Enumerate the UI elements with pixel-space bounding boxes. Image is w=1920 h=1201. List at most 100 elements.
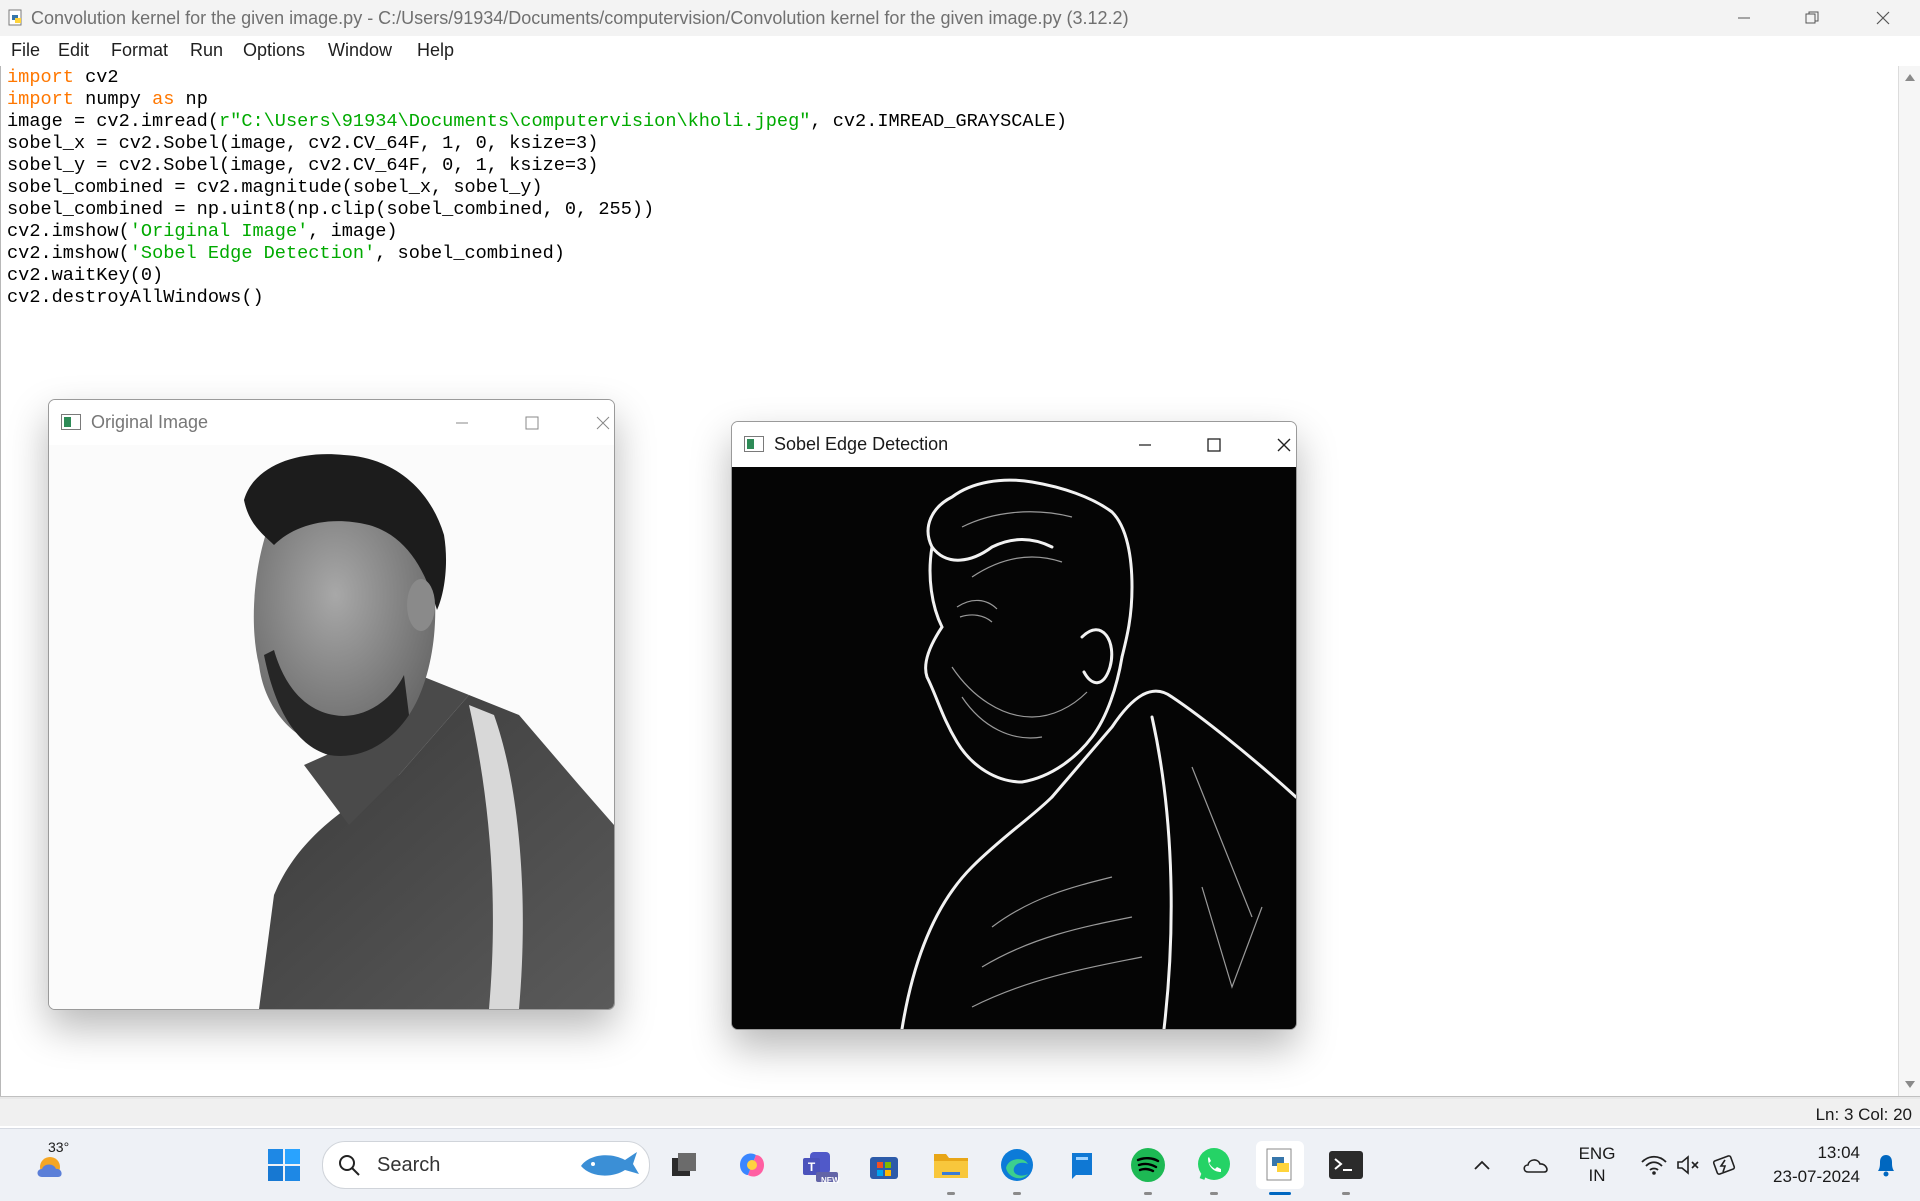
- region-code: IN: [1588, 1166, 1606, 1185]
- menu-file[interactable]: File: [11, 40, 40, 61]
- maximize-icon: [1207, 437, 1221, 452]
- menu-format[interactable]: Format: [111, 40, 168, 61]
- windows-logo-icon: [268, 1149, 300, 1181]
- edge-browser-button[interactable]: [993, 1141, 1041, 1195]
- vertical-scrollbar[interactable]: [1898, 66, 1920, 1096]
- running-indicator: [947, 1192, 955, 1195]
- show-hidden-icons-button[interactable]: [1467, 1141, 1497, 1189]
- scroll-down-icon[interactable]: [1905, 1081, 1915, 1088]
- original-image-window[interactable]: Original Image: [48, 399, 615, 1010]
- notifications-button[interactable]: [1866, 1141, 1906, 1189]
- scroll-up-icon[interactable]: [1905, 74, 1915, 81]
- running-indicator: [1144, 1192, 1152, 1195]
- maximize-button[interactable]: [507, 400, 557, 445]
- keyword: as: [152, 89, 175, 110]
- window-title: Original Image: [91, 412, 209, 432]
- window-titlebar[interactable]: Original Image: [49, 400, 614, 445]
- code-fragment: numpy: [73, 89, 153, 110]
- store-icon: [870, 1157, 898, 1179]
- opencv-window-icon: [61, 414, 81, 430]
- close-button[interactable]: [578, 400, 614, 445]
- minimize-button[interactable]: [1120, 422, 1170, 467]
- menu-help[interactable]: Help: [417, 40, 454, 61]
- code-fragment: , sobel_combined): [375, 243, 565, 264]
- copilot-icon: [740, 1153, 764, 1177]
- menu-run[interactable]: Run: [190, 40, 223, 61]
- edge-detection-image: [732, 467, 1296, 1029]
- code-fragment: cv2: [73, 67, 119, 88]
- code-line: sobel_combined = np.uint8(np.clip(sobel_…: [7, 199, 655, 220]
- book-app-icon: [1072, 1153, 1092, 1179]
- edge-icon: [1001, 1149, 1033, 1181]
- whale-search-highlight-icon: [581, 1152, 639, 1176]
- code-fragment: image = cv2.imread(: [7, 111, 220, 132]
- terminal-icon: [1329, 1151, 1363, 1179]
- close-button[interactable]: [1259, 422, 1296, 467]
- copilot-button[interactable]: [728, 1141, 776, 1189]
- code-line: sobel_combined = cv2.magnitude(sobel_x, …: [7, 177, 543, 198]
- file-explorer-button[interactable]: [927, 1141, 975, 1195]
- active-app-indicator: [1269, 1192, 1291, 1195]
- sobel-edge-image: [732, 467, 1296, 1029]
- menu-options[interactable]: Options: [243, 40, 305, 61]
- cloud-icon: [1523, 1159, 1548, 1173]
- weather-widget[interactable]: 33°: [24, 1139, 84, 1189]
- menu-edit[interactable]: Edit: [58, 40, 89, 61]
- window-title: Sobel Edge Detection: [774, 434, 949, 454]
- maximize-button[interactable]: [1189, 422, 1239, 467]
- running-indicator: [1013, 1192, 1021, 1195]
- search-icon: [339, 1155, 360, 1176]
- minimize-icon: [1738, 17, 1750, 19]
- close-button[interactable]: [1853, 0, 1913, 36]
- restore-icon: [1805, 11, 1819, 24]
- whatsapp-button[interactable]: [1190, 1141, 1238, 1195]
- teams-button[interactable]: T NEW: [795, 1141, 843, 1189]
- title-bar: Convolution kernel for the given image.p…: [0, 0, 1920, 36]
- code-text[interactable]: import cv2 import numpy as np image = cv…: [7, 67, 1067, 309]
- minimize-icon: [456, 422, 468, 423]
- menu-window[interactable]: Window: [328, 40, 392, 61]
- python-idle-button[interactable]: [1256, 1141, 1304, 1195]
- taskbar-search-box[interactable]: Search: [322, 1141, 650, 1189]
- code-fragment: cv2.imshow(: [7, 221, 130, 242]
- window-titlebar[interactable]: Sobel Edge Detection: [732, 422, 1296, 467]
- portrait-grayscale-image: [49, 445, 614, 1009]
- close-icon: [596, 416, 610, 429]
- taskbar: 33° Search T NEW ENG IN 13:04 23-07-2024: [0, 1128, 1920, 1201]
- quick-settings-button[interactable]: [1636, 1141, 1746, 1189]
- cursor-position: Ln: 3 Col: 20: [1815, 1105, 1912, 1124]
- restore-button[interactable]: [1782, 0, 1842, 36]
- onedrive-button[interactable]: [1517, 1141, 1557, 1189]
- close-icon: [1277, 438, 1291, 451]
- maximize-icon: [525, 416, 539, 429]
- minimize-button[interactable]: [437, 400, 487, 445]
- clock-date: 23-07-2024: [1773, 1167, 1860, 1186]
- start-button[interactable]: [260, 1141, 308, 1189]
- chevron-up-icon: [1474, 1160, 1490, 1170]
- status-bar: Ln: 3 Col: 20: [0, 1099, 1920, 1126]
- wifi-icon: [1641, 1155, 1667, 1175]
- close-icon: [1876, 11, 1890, 25]
- code-fragment: , image): [308, 221, 398, 242]
- spotify-icon: [1131, 1148, 1165, 1182]
- pinned-app-button[interactable]: [1058, 1141, 1106, 1189]
- string-literal: 'Original Image': [129, 221, 309, 242]
- speaker-muted-icon: [1677, 1155, 1699, 1175]
- python-file-icon: [1266, 1148, 1292, 1181]
- microsoft-store-button[interactable]: [860, 1141, 908, 1189]
- string-literal: 'Sobel Edge Detection': [129, 243, 376, 264]
- bell-icon: [1878, 1155, 1894, 1177]
- code-fragment: np: [174, 89, 208, 110]
- folder-icon: [934, 1154, 968, 1178]
- spotify-button[interactable]: [1124, 1141, 1172, 1195]
- whatsapp-icon: [1198, 1148, 1230, 1180]
- svg-text:T: T: [808, 1160, 816, 1174]
- minimize-button[interactable]: [1714, 0, 1774, 36]
- clock[interactable]: 13:04 23-07-2024: [1756, 1141, 1860, 1189]
- input-language-indicator[interactable]: ENG IN: [1576, 1143, 1618, 1187]
- code-line: cv2.waitKey(0): [7, 265, 164, 286]
- task-view-button[interactable]: [660, 1141, 708, 1189]
- terminal-button[interactable]: [1322, 1141, 1370, 1195]
- sobel-window[interactable]: Sobel Edge Detection: [731, 421, 1297, 1030]
- running-indicator: [1342, 1192, 1350, 1195]
